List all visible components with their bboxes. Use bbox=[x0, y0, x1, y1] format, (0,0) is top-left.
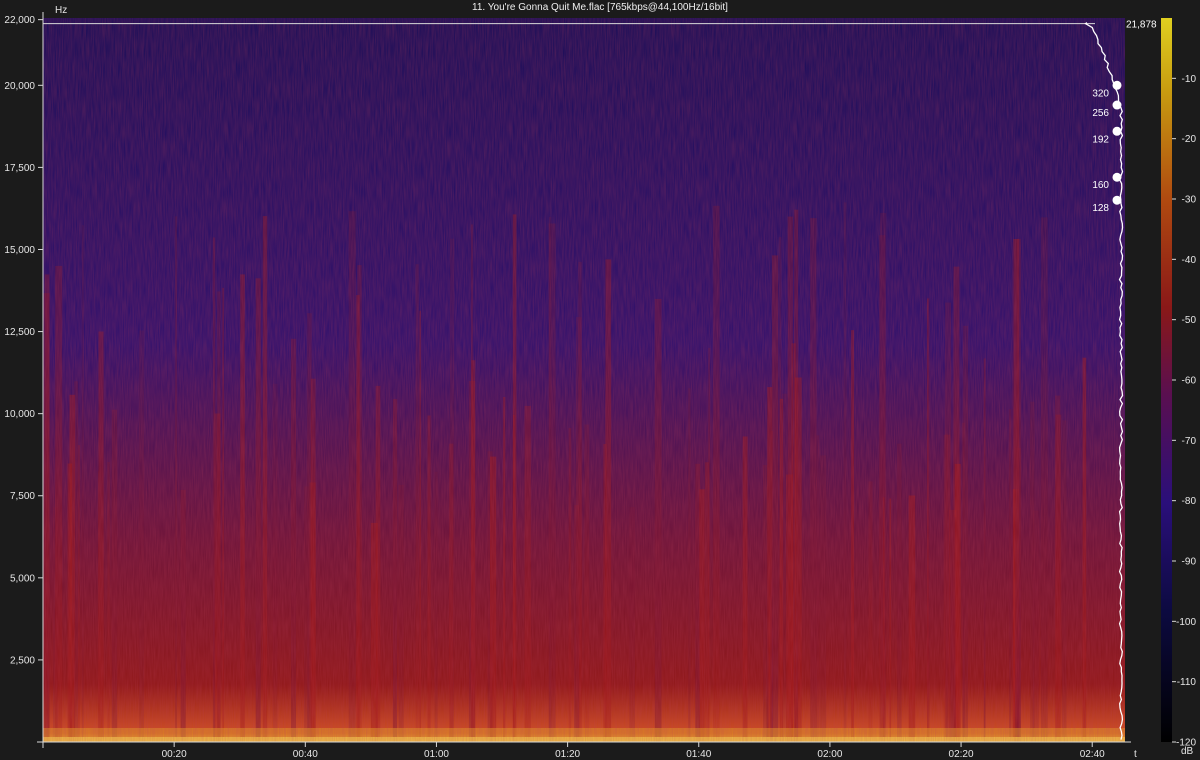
colorbar-tick-label: -110 bbox=[1177, 677, 1197, 688]
spectrogram-texture bbox=[43, 18, 1125, 742]
y-tick-label: 12,500 bbox=[4, 327, 35, 338]
bitrate-marker-dot bbox=[1112, 126, 1122, 136]
colorbar-tick-label: -30 bbox=[1182, 195, 1197, 206]
y-tick-label: 15,000 bbox=[4, 245, 35, 256]
bitrate-marker-label: 256 bbox=[1092, 108, 1109, 119]
y-axis-unit-label: Hz bbox=[55, 5, 67, 16]
x-tick-label: 01:40 bbox=[686, 749, 711, 760]
y-axis-ticks: 2,500 5,000 7,500 10,000 12,500 15,000 17,500 2… bbox=[4, 15, 43, 666]
x-axis-ticks: 00:20 00:40 01:00 01:20 01:40 02:00 02:20 02:40 bbox=[162, 742, 1105, 760]
cutoff-label: 21,878 bbox=[1126, 20, 1157, 31]
x-tick-label: 02:20 bbox=[949, 749, 974, 760]
y-tick-label: 22,000 bbox=[4, 15, 35, 26]
bitrate-marker-label: 128 bbox=[1092, 203, 1109, 214]
x-tick-label: 00:20 bbox=[162, 749, 187, 760]
x-tick-label: 01:20 bbox=[555, 749, 580, 760]
colorbar-tick-label: -50 bbox=[1182, 315, 1197, 326]
colorbar-tick-label: -20 bbox=[1182, 134, 1197, 145]
bitrate-marker-dot bbox=[1112, 195, 1122, 205]
plot-area bbox=[43, 18, 1125, 743]
colorbar-tick-label: -40 bbox=[1182, 255, 1197, 266]
bitrate-marker-dot bbox=[1112, 100, 1122, 110]
x-tick-label: 00:40 bbox=[293, 749, 318, 760]
colorbar-tick-label: -60 bbox=[1182, 376, 1197, 387]
bitrate-marker-label: 160 bbox=[1092, 180, 1109, 191]
bitrate-marker-dot bbox=[1112, 80, 1122, 90]
bitrate-marker-label: 320 bbox=[1092, 88, 1109, 99]
x-tick-label: 02:40 bbox=[1080, 749, 1105, 760]
y-tick-label: 20,000 bbox=[4, 81, 35, 92]
bitrate-marker-label: 192 bbox=[1092, 134, 1109, 145]
y-tick-label: 10,000 bbox=[4, 409, 35, 420]
colorbar-tick-label: -10 bbox=[1182, 74, 1197, 85]
colorbar-ticks: -10-20-30-40-50-60-70-80-90-100-110-120 bbox=[1172, 74, 1196, 749]
bitrate-marker-dot bbox=[1112, 172, 1122, 182]
y-tick-label: 7,500 bbox=[10, 491, 35, 502]
y-tick-label: 5,000 bbox=[10, 573, 35, 584]
y-tick-label: 2,500 bbox=[10, 655, 35, 666]
colorbar-tick-label: -80 bbox=[1182, 496, 1197, 507]
colorbar-tick-label: -70 bbox=[1182, 436, 1197, 447]
y-tick-label: 17,500 bbox=[4, 163, 35, 174]
x-axis-unit-label: t bbox=[1134, 749, 1137, 760]
colorbar-unit-label: dB bbox=[1181, 746, 1194, 757]
colorbar: -10-20-30-40-50-60-70-80-90-100-110-120 … bbox=[1161, 18, 1196, 757]
x-tick-label: 02:00 bbox=[817, 749, 842, 760]
spectrogram-chart: 2,500 5,000 7,500 10,000 12,500 15,000 17,500 2… bbox=[4, 5, 1196, 760]
colorbar-tick-label: -100 bbox=[1176, 617, 1196, 628]
colorbar-gradient bbox=[1161, 18, 1172, 742]
x-tick-label: 01:00 bbox=[424, 749, 449, 760]
colorbar-tick-label: -90 bbox=[1182, 557, 1197, 568]
